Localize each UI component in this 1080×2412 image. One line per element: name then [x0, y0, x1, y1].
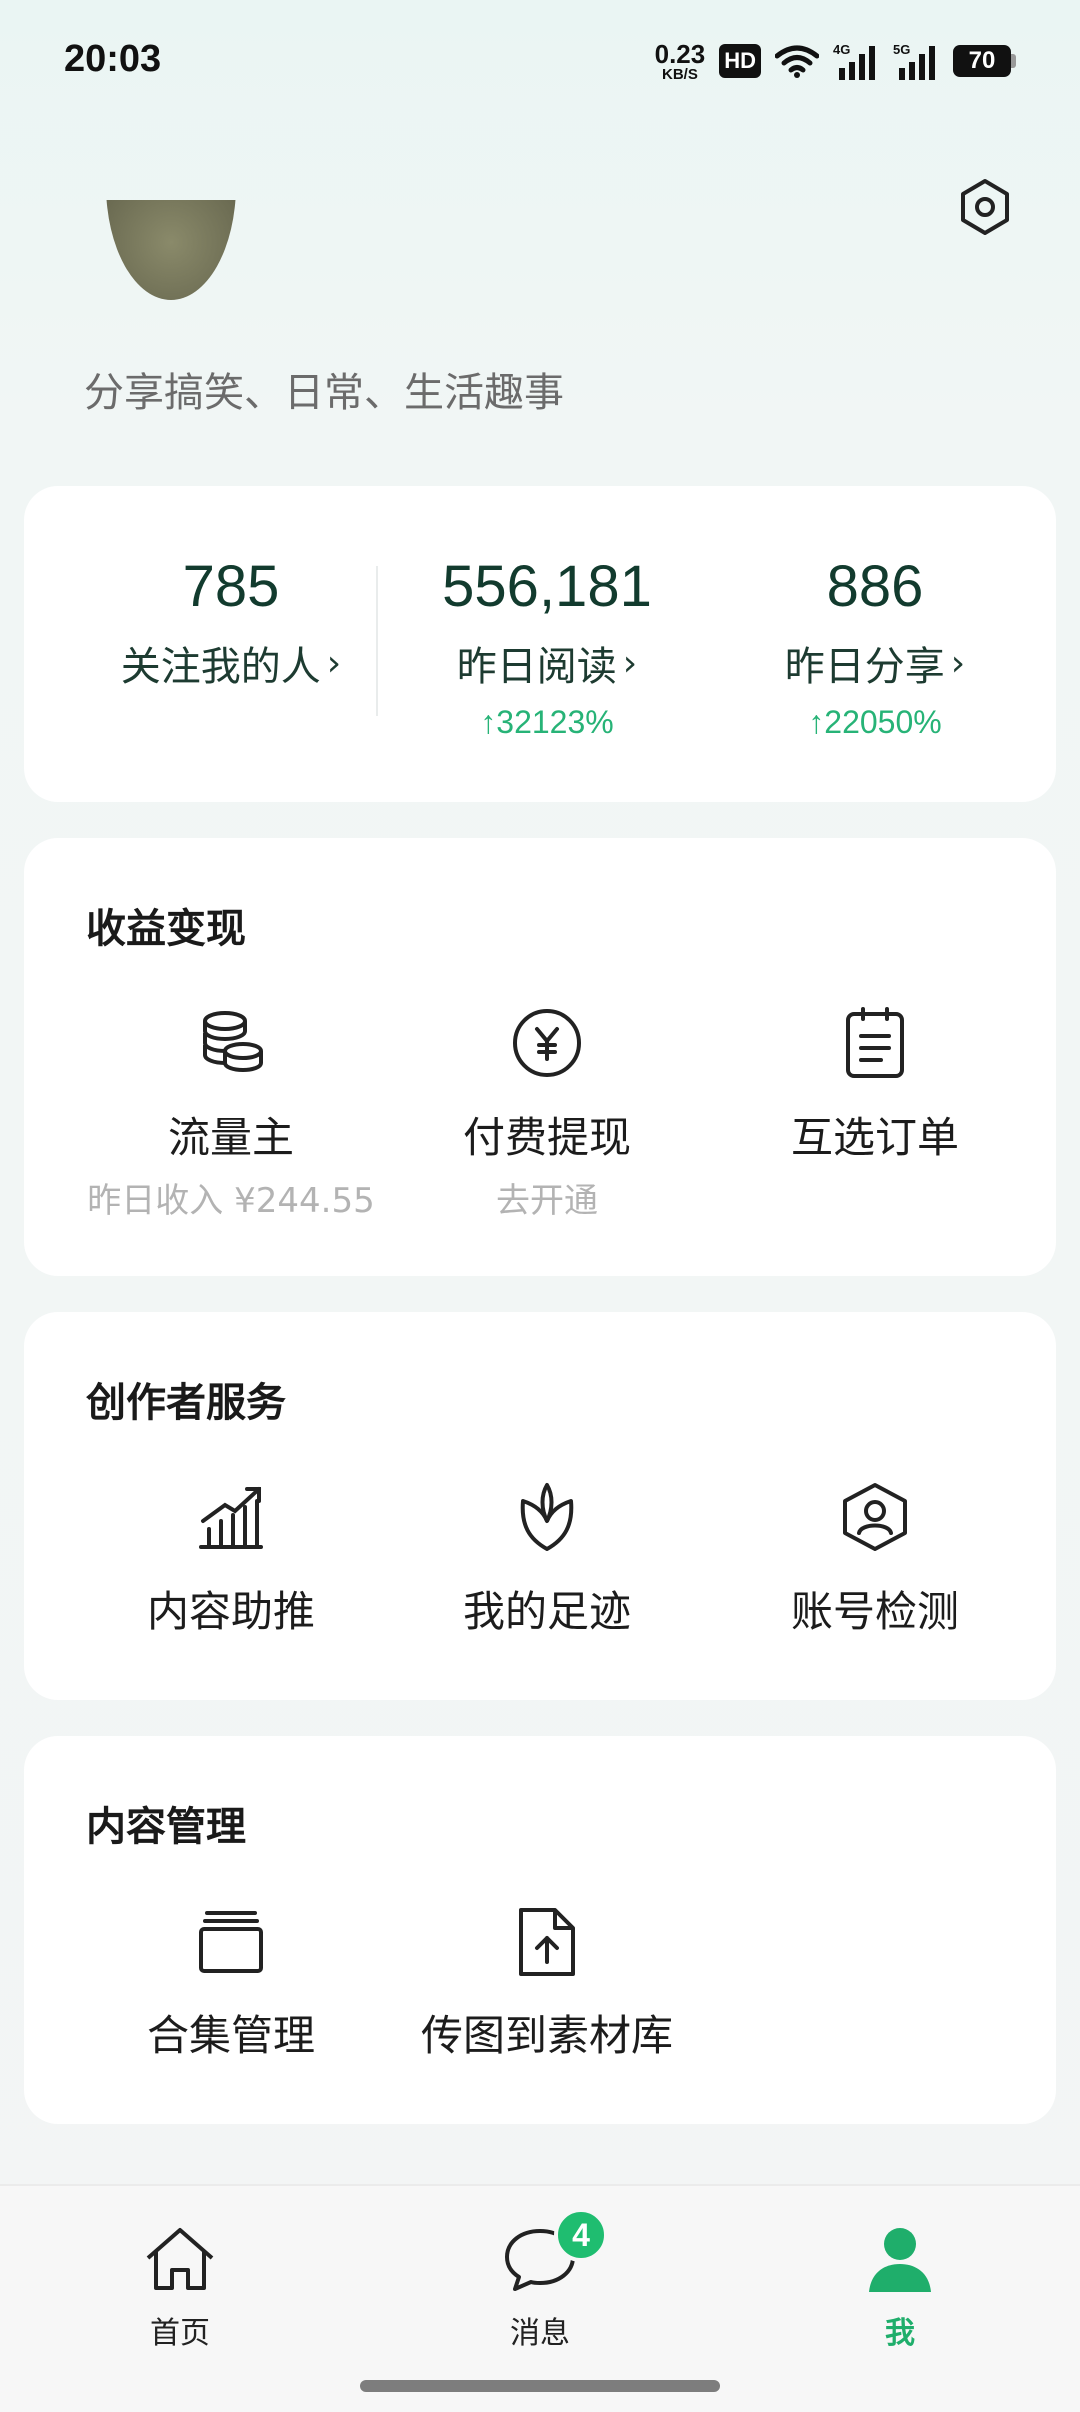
stat-label: 昨日阅读	[456, 644, 617, 690]
unread-badge: 4	[554, 2208, 608, 2262]
tile-collection-manage[interactable]: 合集管理	[66, 1896, 396, 2063]
tab-label: 消息	[510, 2316, 570, 2351]
clipboard-icon	[846, 1007, 904, 1078]
hd-icon: HD	[719, 44, 761, 78]
network-speed-unit: KB/S	[661, 65, 698, 83]
creator-services-card: 创作者服务 内容助推 我的足迹 账号检测	[24, 1312, 1056, 1700]
network-speed: 0.23 KB/S	[655, 41, 706, 82]
tab-messages[interactable]: 4 消息	[440, 2208, 640, 2352]
stats-card: 785 关注我的人 › 556,181 昨日阅读 › ↑32123% 886 昨日分…	[24, 486, 1056, 802]
person-icon	[869, 2228, 931, 2292]
stat-label: 昨日分享	[784, 644, 945, 690]
section-title: 内容管理	[86, 1804, 246, 1850]
tile-sub: 去开通	[496, 1181, 598, 1221]
tab-label: 我	[885, 2316, 915, 2351]
settings-button[interactable]	[950, 172, 1020, 242]
home-icon	[146, 2228, 214, 2290]
tile-account-check[interactable]: 账号检测	[710, 1472, 1040, 1639]
stat-followers[interactable]: 785 关注我的人 ›	[66, 486, 396, 692]
stat-growth: ↑32123%	[480, 704, 614, 740]
stat-label: 关注我的人	[120, 644, 321, 690]
tile-label: 我的足迹	[462, 1587, 631, 1636]
network-speed-value: 0.23	[654, 38, 706, 69]
home-indicator[interactable]	[360, 2380, 720, 2392]
tile-label: 账号检测	[790, 1587, 959, 1636]
tab-home[interactable]: 首页	[80, 2222, 280, 2352]
tile-label: 传图到素材库	[420, 2011, 673, 2060]
revenue-card: 收益变现 流量主 昨日收入 ¥244.55 付费提现 去开通 互选订单	[24, 838, 1056, 1276]
tile-label: 流量主	[167, 1113, 294, 1162]
chevron-right-icon: ›	[326, 642, 342, 684]
tile-mutual-orders[interactable]: 互选订单	[710, 998, 1040, 1165]
tile-label: 互选订单	[790, 1113, 959, 1162]
svg-text:5G: 5G	[893, 42, 910, 57]
stat-value: 886	[826, 554, 924, 619]
battery-level: 70	[953, 45, 1011, 77]
status-time: 20:03	[64, 38, 162, 80]
avatar[interactable]	[106, 200, 236, 300]
collection-icon	[199, 1911, 263, 1973]
tile-traffic-owner[interactable]: 流量主 昨日收入 ¥244.55	[66, 998, 396, 1222]
section-title: 创作者服务	[86, 1380, 286, 1426]
signal-5g-icon: 5G	[893, 42, 935, 80]
tab-label: 首页	[150, 2316, 210, 2351]
content-management-card: 内容管理 合集管理 传图到素材库	[24, 1736, 1056, 2124]
chevron-right-icon: ›	[622, 642, 638, 684]
stat-shares[interactable]: 886 昨日分享 › ↑22050%	[710, 486, 1040, 741]
status-bar: 20:03 0.23 KB/S HD 4G 5G 70	[0, 0, 1080, 120]
leaf-icon	[520, 1483, 574, 1551]
tile-label: 付费提现	[462, 1113, 631, 1162]
stat-value: 785	[182, 554, 280, 619]
status-icons: 0.23 KB/S HD 4G 5G 70	[655, 36, 1016, 86]
section-title: 收益变现	[86, 906, 246, 952]
tile-content-boost[interactable]: 内容助推	[66, 1472, 396, 1639]
tile-label: 合集管理	[146, 2011, 315, 2060]
tab-me[interactable]: 我	[800, 2222, 1000, 2352]
tile-label: 内容助推	[146, 1587, 315, 1636]
battery-icon: 70	[953, 45, 1016, 77]
coins-icon	[203, 1011, 263, 1073]
chevron-right-icon: ›	[950, 642, 966, 684]
user-shield-icon	[843, 1483, 907, 1551]
stat-reads[interactable]: 556,181 昨日阅读 › ↑32123%	[382, 486, 712, 741]
svg-text:4G: 4G	[833, 42, 850, 57]
tile-my-footprint[interactable]: 我的足迹	[382, 1472, 712, 1639]
signal-4g-icon: 4G	[833, 42, 875, 80]
bottom-tab-bar: 首页 4 消息 我	[0, 2184, 1080, 2412]
wifi-icon	[775, 45, 819, 78]
upload-file-icon	[519, 1908, 575, 1976]
tile-upload-to-library[interactable]: 传图到素材库	[382, 1896, 712, 2063]
tile-sub: 昨日收入 ¥244.55	[87, 1181, 375, 1221]
yuan-circle-icon	[513, 1009, 581, 1077]
stat-value: 556,181	[442, 554, 652, 619]
stat-growth: ↑22050%	[808, 704, 942, 740]
growth-chart-icon	[199, 1487, 263, 1549]
tile-paid-withdraw[interactable]: 付费提现 去开通	[382, 998, 712, 1222]
profile-bio: 分享搞笑、日常、生活趣事	[84, 370, 564, 416]
divider	[376, 566, 378, 716]
settings-icon	[961, 179, 1009, 235]
